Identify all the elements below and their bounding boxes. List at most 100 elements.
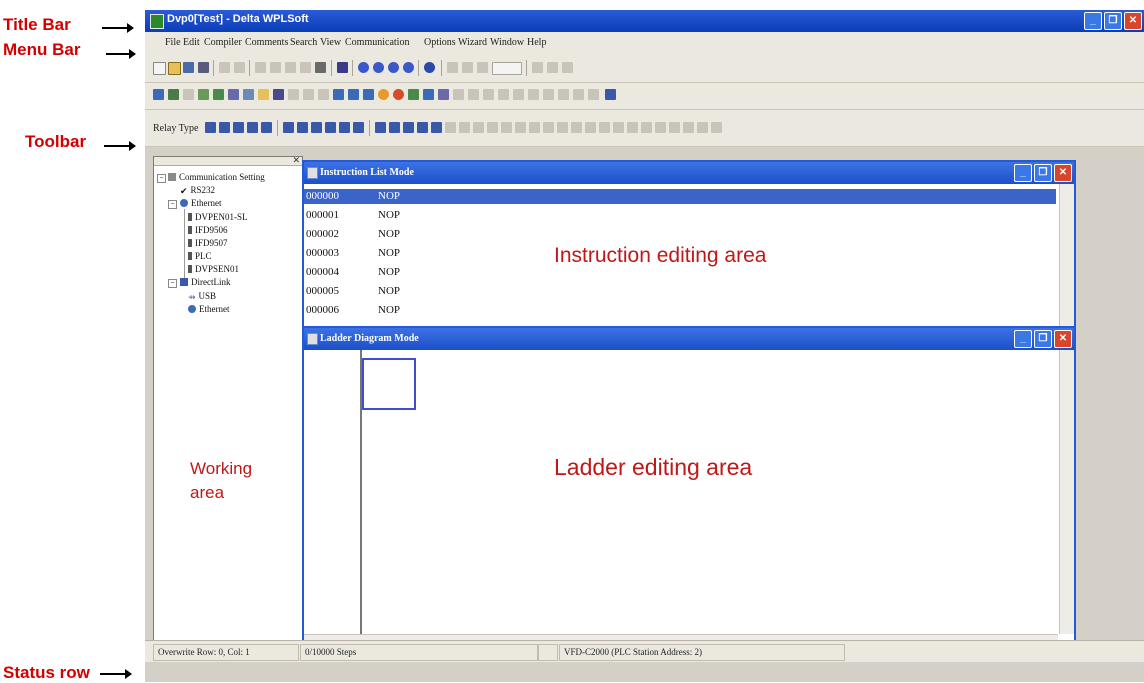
delete-icon[interactable] — [300, 62, 311, 73]
collapse-icon[interactable]: − — [157, 174, 166, 183]
coil-icon[interactable] — [283, 122, 294, 133]
menu-file[interactable]: File — [165, 37, 181, 48]
verify-icon[interactable] — [348, 89, 359, 100]
contact-rising-icon[interactable] — [233, 122, 244, 133]
plc-run-icon[interactable] — [363, 89, 374, 100]
restore-icon[interactable]: ❐ — [1034, 330, 1052, 348]
program-icon[interactable] — [447, 62, 458, 73]
online-icon[interactable] — [408, 89, 419, 100]
write-icon[interactable] — [318, 89, 329, 100]
tree-item-rs232[interactable]: ✔ RS232 — [180, 185, 215, 197]
cut-icon[interactable] — [255, 62, 266, 73]
close-icon[interactable]: ✕ — [1054, 330, 1072, 348]
folder-icon[interactable] — [258, 89, 269, 100]
sfc-mode-icon[interactable] — [168, 89, 179, 100]
ladder-tool-h-icon[interactable] — [543, 122, 554, 133]
save-icon[interactable] — [183, 62, 194, 73]
step-field[interactable] — [492, 62, 522, 75]
device-comment-icon[interactable] — [198, 89, 209, 100]
close-icon[interactable]: ✕ — [1054, 164, 1072, 182]
diagnose-icon[interactable] — [423, 89, 434, 100]
minimize-icon[interactable]: _ — [1014, 330, 1032, 348]
vertical-scrollbar[interactable] — [1059, 184, 1074, 338]
vertical-line-icon[interactable] — [353, 122, 364, 133]
contact-nc-icon[interactable] — [219, 122, 230, 133]
step-icon[interactable] — [403, 122, 414, 133]
tool-h-icon[interactable] — [558, 89, 569, 100]
ladder-tool-a-icon[interactable] — [445, 122, 456, 133]
open-file-icon[interactable] — [168, 62, 181, 75]
ladder-window-caption[interactable]: Ladder Diagram Mode _ ❐ ✕ — [304, 328, 1074, 350]
ladder-tool-l-icon[interactable] — [599, 122, 610, 133]
coil-set-icon[interactable] — [297, 122, 308, 133]
monitor-icon[interactable] — [532, 62, 543, 73]
instruction-row[interactable]: 000005 NOP — [304, 284, 1056, 299]
tool-a-icon[interactable] — [453, 89, 464, 100]
ladder-tool-d-icon[interactable] — [487, 122, 498, 133]
ladder-tool-q-icon[interactable] — [669, 122, 680, 133]
menu-window[interactable]: Window — [490, 37, 524, 48]
minimize-icon[interactable]: _ — [1084, 12, 1102, 30]
ladder-tool-n-icon[interactable] — [627, 122, 638, 133]
ladder-tool-b-icon[interactable] — [459, 122, 470, 133]
ladder-tool-o-icon[interactable] — [641, 122, 652, 133]
copy-icon[interactable] — [270, 62, 281, 73]
tool-d-icon[interactable] — [498, 89, 509, 100]
zoom-in-icon[interactable] — [373, 62, 384, 73]
tree-item-dvpen01-sl[interactable]: DVPEN01-SL — [188, 212, 248, 222]
close-icon[interactable]: ✕ — [1124, 12, 1142, 30]
ladder-mode-icon[interactable] — [153, 89, 164, 100]
ladder-cursor[interactable] — [362, 358, 416, 410]
ladder-tool-f-icon[interactable] — [515, 122, 526, 133]
ladder-tool-j-icon[interactable] — [571, 122, 582, 133]
tree-item-ifd9506[interactable]: IFD9506 — [188, 225, 228, 235]
zoom-out-icon[interactable] — [388, 62, 399, 73]
menu-communication[interactable]: Communication — [345, 37, 409, 48]
tool-k-icon[interactable] — [605, 89, 616, 100]
invert-icon[interactable] — [389, 122, 400, 133]
comm-icon[interactable] — [288, 89, 299, 100]
pen-icon[interactable] — [315, 62, 326, 73]
ladder-tool-p-icon[interactable] — [655, 122, 666, 133]
panel-close-icon[interactable]: ✕ — [292, 155, 300, 166]
menu-comments[interactable]: Comments — [245, 37, 288, 48]
coil-reset-icon[interactable] — [311, 122, 322, 133]
start-icon[interactable] — [378, 89, 389, 100]
undo-icon[interactable] — [219, 62, 230, 73]
read-icon[interactable] — [333, 89, 344, 100]
new-file-icon[interactable] — [153, 62, 166, 75]
table-icon[interactable] — [243, 89, 254, 100]
instruction-window-caption[interactable]: Instruction List Mode _ ❐ ✕ — [304, 162, 1074, 184]
tree-item-plc[interactable]: PLC — [188, 251, 212, 261]
ladder-tool-e-icon[interactable] — [501, 122, 512, 133]
tree-item-ifd9507[interactable]: IFD9507 — [188, 238, 228, 248]
tree-item-communication-setting[interactable]: Communication Setting — [168, 172, 265, 182]
print-icon[interactable] — [198, 62, 209, 73]
menu-help[interactable]: Help — [527, 37, 546, 48]
tool-b-icon[interactable] — [468, 89, 479, 100]
ladder-tool-i-icon[interactable] — [557, 122, 568, 133]
jump-label-icon[interactable] — [417, 122, 428, 133]
menu-view[interactable]: View — [320, 37, 341, 48]
settings-icon[interactable] — [438, 89, 449, 100]
vertical-scrollbar[interactable] — [1059, 350, 1074, 634]
horizontal-line-icon[interactable] — [375, 122, 386, 133]
ladder-tool-c-icon[interactable] — [473, 122, 484, 133]
refresh-icon[interactable] — [547, 62, 558, 73]
check-icon[interactable] — [477, 62, 488, 73]
collapse-icon[interactable]: − — [168, 279, 177, 288]
minimize-icon[interactable]: _ — [1014, 164, 1032, 182]
title-bar[interactable]: Dvp0[Test] - Delta WPLSoft _ ❐ ✕ — [145, 10, 1144, 32]
tool-i-icon[interactable] — [573, 89, 584, 100]
instruction-row[interactable]: 000006 NOP — [304, 303, 1056, 318]
menu-compiler[interactable]: Compiler — [204, 37, 242, 48]
restore-icon[interactable]: ❐ — [1104, 12, 1122, 30]
pointer-icon[interactable] — [562, 62, 573, 73]
paste-icon[interactable] — [285, 62, 296, 73]
instruction-row[interactable]: 000002 NOP — [304, 227, 1056, 242]
tool-f-icon[interactable] — [528, 89, 539, 100]
tool-c-icon[interactable] — [483, 89, 494, 100]
menu-wizard[interactable]: Wizard — [458, 37, 487, 48]
tree-item-ethernet[interactable]: Ethernet — [180, 198, 222, 208]
contact-parallel-icon[interactable] — [261, 122, 272, 133]
